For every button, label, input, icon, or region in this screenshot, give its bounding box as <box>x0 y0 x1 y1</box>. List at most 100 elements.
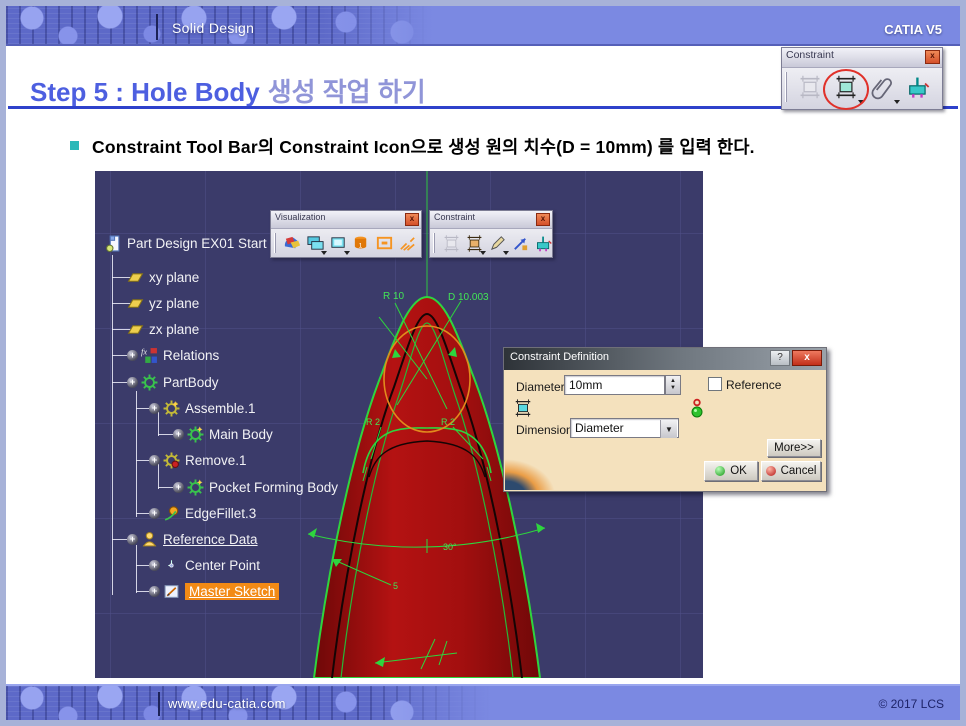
tree-item-label[interactable]: Relations <box>163 348 219 363</box>
constraint-definition-dialog: Constraint Definition ? x Diameter 10mm … <box>503 347 827 492</box>
expand-handle-icon[interactable]: + <box>149 403 160 414</box>
dropdown-caret-icon[interactable] <box>344 251 350 255</box>
tree-item-part-design-ex01-start[interactable]: Part Design EX01 Start <box>105 233 267 253</box>
depth-orange-icon[interactable]: 1 <box>352 232 371 254</box>
constraint-dim-gray-icon[interactable] <box>442 232 461 254</box>
expand-handle-icon[interactable]: + <box>127 350 138 361</box>
dimension-label: Dimension <box>516 423 573 437</box>
tree-item-label[interactable]: yz plane <box>149 296 199 311</box>
tree-item-xy-plane[interactable]: xy plane <box>127 267 199 287</box>
tree-item-zx-plane[interactable]: zx plane <box>127 319 199 339</box>
tree-item-label[interactable]: Pocket Forming Body <box>209 480 338 495</box>
more-button[interactable]: More>> <box>767 439 821 457</box>
constraint-dim-icon[interactable] <box>830 71 862 103</box>
dropdown-caret-icon[interactable] <box>480 251 486 255</box>
contact-clip-icon[interactable] <box>866 71 898 103</box>
relations-icon: fx <box>141 347 158 364</box>
diameter-input[interactable]: 10mm <box>564 375 665 395</box>
fix-together-icon[interactable] <box>534 232 553 254</box>
tree-item-yz-plane[interactable]: yz plane <box>127 293 199 313</box>
tree-item-pocket-forming-body[interactable]: + Pocket Forming Body <box>173 477 338 497</box>
reference-label: Reference <box>726 378 781 392</box>
visualization-toolbar-title: Visualization <box>271 211 421 229</box>
expand-handle-icon[interactable]: + <box>173 482 184 493</box>
lesson-title: Solid Design <box>172 20 254 36</box>
screen-double-icon[interactable] <box>306 232 325 254</box>
assemble-icon <box>163 400 180 417</box>
cancel-button-label: Cancel <box>781 465 817 477</box>
help-icon[interactable]: ? <box>770 350 790 366</box>
expand-handle-icon[interactable]: + <box>149 586 160 597</box>
pencil-icon[interactable] <box>488 232 507 254</box>
expand-handle-icon[interactable]: + <box>127 377 138 388</box>
dropdown-caret-icon[interactable] <box>503 251 509 255</box>
dropdown-caret-icon[interactable] <box>858 100 864 104</box>
bullet-icon <box>70 141 79 150</box>
tree-item-label[interactable]: Remove.1 <box>185 453 247 468</box>
expand-handle-icon[interactable]: + <box>149 560 160 571</box>
screen-single-icon[interactable] <box>329 232 348 254</box>
diag-arrow-icon[interactable] <box>511 232 530 254</box>
tree-item-label[interactable]: xy plane <box>149 270 199 285</box>
reference-checkbox[interactable] <box>708 377 722 391</box>
close-icon[interactable]: x <box>536 213 550 226</box>
constraint-dim-warm-icon[interactable] <box>465 232 484 254</box>
dropdown-caret-icon[interactable] <box>321 251 327 255</box>
tree-item-main-body[interactable]: + Main Body <box>173 424 273 444</box>
page-title: Step 5 : Hole Body 생성 작업 하기 <box>30 72 426 109</box>
footer-divider <box>158 692 160 716</box>
tree-branch-line <box>136 545 137 593</box>
tree-item-remove-1[interactable]: + Remove.1 <box>149 450 247 470</box>
tree-item-center-point[interactable]: + Center Point <box>149 555 260 575</box>
diameter-spinner[interactable]: ▲ ▼ <box>665 375 681 395</box>
expand-handle-icon[interactable]: + <box>149 455 160 466</box>
cancel-button[interactable]: Cancel <box>761 461 821 481</box>
fix-together-icon[interactable] <box>902 71 934 103</box>
expand-handle-icon[interactable]: + <box>127 534 138 545</box>
chevron-down-icon[interactable]: ▼ <box>660 420 677 438</box>
tree-item-reference-data[interactable]: + Reference Data <box>127 529 258 549</box>
bullet-text: Constraint Tool Bar의 Constraint Icon으로 생… <box>92 134 755 159</box>
footer-site-link[interactable]: www.edu-catia.com <box>168 696 286 711</box>
tree-item-label[interactable]: PartBody <box>163 375 219 390</box>
shading-icon[interactable] <box>283 232 302 254</box>
close-icon[interactable]: x <box>925 50 940 64</box>
tree-item-label[interactable]: Part Design EX01 Start <box>127 236 267 251</box>
tree-item-relations[interactable]: +fx Relations <box>127 345 219 365</box>
constraint-toolbar-title: Constraint <box>782 48 942 68</box>
tree-item-label[interactable]: zx plane <box>149 322 199 337</box>
spin-down-icon[interactable]: ▼ <box>670 385 676 392</box>
tree-item-label[interactable]: Main Body <box>209 427 273 442</box>
tree-item-label[interactable]: Reference Data <box>163 532 258 547</box>
page-title-ko: 생성 작업 하기 <box>268 77 426 107</box>
tree-item-label[interactable]: Center Point <box>185 558 260 573</box>
page-title-en: Step 5 : Hole Body <box>30 77 260 107</box>
frame-orange-icon[interactable] <box>375 232 394 254</box>
plane-icon <box>127 321 144 338</box>
tree-item-label[interactable]: EdgeFillet.3 <box>185 506 256 521</box>
expand-handle-icon[interactable]: + <box>173 429 184 440</box>
tree-item-partbody[interactable]: + PartBody <box>127 372 219 392</box>
tree-item-label[interactable]: Master Sketch <box>185 583 279 600</box>
dialog-corner-decoration <box>505 446 567 490</box>
dropdown-caret-icon[interactable] <box>894 100 900 104</box>
spin-up-icon[interactable]: ▲ <box>670 378 676 385</box>
close-icon[interactable]: x <box>792 350 822 366</box>
ok-button[interactable]: OK <box>704 461 758 481</box>
constraint-dim-gray-icon[interactable] <box>794 71 826 103</box>
toolbar-grip[interactable] <box>785 72 789 102</box>
tree-item-label[interactable]: Assemble.1 <box>185 401 256 416</box>
toolbar-grip[interactable] <box>433 233 437 253</box>
expand-handle-icon[interactable]: + <box>149 508 160 519</box>
dialog-titlebar[interactable]: Constraint Definition ? x <box>504 348 826 370</box>
gear-body-icon <box>141 374 158 391</box>
dimension-dropdown[interactable]: Diameter ▼ <box>570 418 679 438</box>
diameter-label: Diameter <box>516 380 565 394</box>
close-icon[interactable]: x <box>405 213 419 226</box>
tree-item-assemble-1[interactable]: + Assemble.1 <box>149 398 256 418</box>
tree-item-edgefillet-3[interactable]: + EdgeFillet.3 <box>149 503 256 523</box>
ok-button-label: OK <box>730 465 747 477</box>
tree-item-master-sketch[interactable]: + Master Sketch <box>149 581 279 601</box>
sparkle-orange-icon[interactable] <box>398 232 417 254</box>
toolbar-grip[interactable] <box>274 233 278 253</box>
